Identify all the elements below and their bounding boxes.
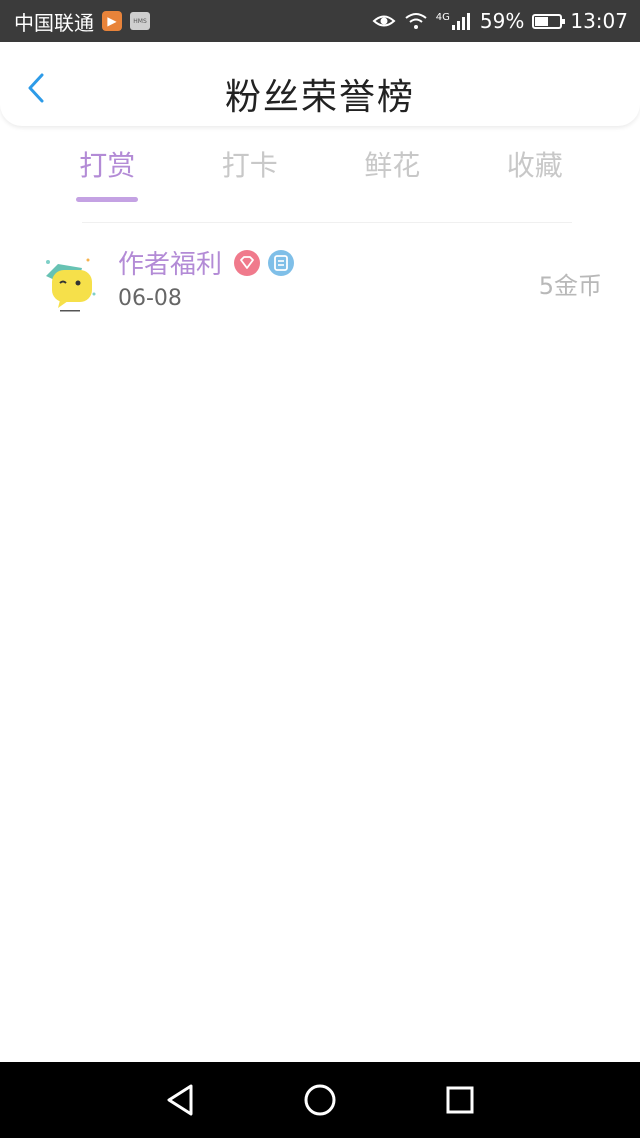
battery-percent: 59% [479, 9, 525, 33]
wifi-icon [405, 13, 427, 29]
carrier-label: 中国联通 [14, 10, 94, 35]
tab-active-indicator [76, 197, 139, 202]
back-triangle-icon [167, 1084, 193, 1116]
list-item[interactable]: 作者福利 06-08 5金币 [0, 236, 640, 324]
tab-label: 收藏 [506, 149, 563, 182]
item-date: 06-08 [118, 286, 182, 311]
tab-checkin[interactable]: 打卡 [179, 142, 322, 202]
nav-back-button[interactable] [155, 1075, 205, 1125]
clock: 13:07 [570, 9, 628, 33]
recents-square-icon [446, 1086, 474, 1114]
item-amount: 5金币 [538, 272, 602, 300]
navigation-bar [0, 1062, 640, 1138]
tab-favorites[interactable]: 收藏 [464, 142, 607, 202]
header: 粉丝荣誉榜 [0, 42, 640, 126]
status-left: 中国联通 ▶ HMS [14, 7, 150, 36]
item-name[interactable]: 作者福利 [118, 244, 222, 281]
nav-home-button[interactable] [295, 1075, 345, 1125]
signal-icon: 4G [436, 12, 472, 30]
tab-bar: 打赏 打卡 鲜花 收藏 [36, 142, 606, 202]
nav-recents-button[interactable] [435, 1075, 485, 1125]
status-bar: 中国联通 ▶ HMS 4G 59% 13:07 [0, 0, 640, 42]
network-type: 4G [435, 12, 450, 23]
screen: 中国联通 ▶ HMS 4G 59% 13:07 粉丝荣誉榜 打赏 打卡 鲜花 收… [0, 0, 640, 1138]
item-name-row: 作者福利 [118, 244, 295, 281]
home-circle-icon [304, 1084, 336, 1116]
status-right: 4G 59% 13:07 [372, 9, 628, 33]
hms-icon: HMS [130, 12, 150, 30]
tab-label: 打卡 [221, 149, 278, 182]
battery-fill [535, 16, 549, 26]
tab-reward[interactable]: 打赏 [36, 142, 179, 202]
tab-label: 打赏 [79, 149, 136, 182]
app-notification-icon: ▶ [102, 11, 122, 31]
tabs-divider [82, 222, 572, 223]
tab-label: 鲜花 [364, 149, 421, 182]
page-title: 粉丝荣誉榜 [224, 77, 415, 118]
battery-icon [532, 13, 566, 29]
eye-icon [372, 15, 396, 27]
doc-badge-icon [268, 249, 295, 276]
tab-flowers[interactable]: 鲜花 [321, 142, 464, 202]
emoji-avatar-icon[interactable] [38, 250, 102, 314]
heart-badge-icon [234, 249, 261, 276]
